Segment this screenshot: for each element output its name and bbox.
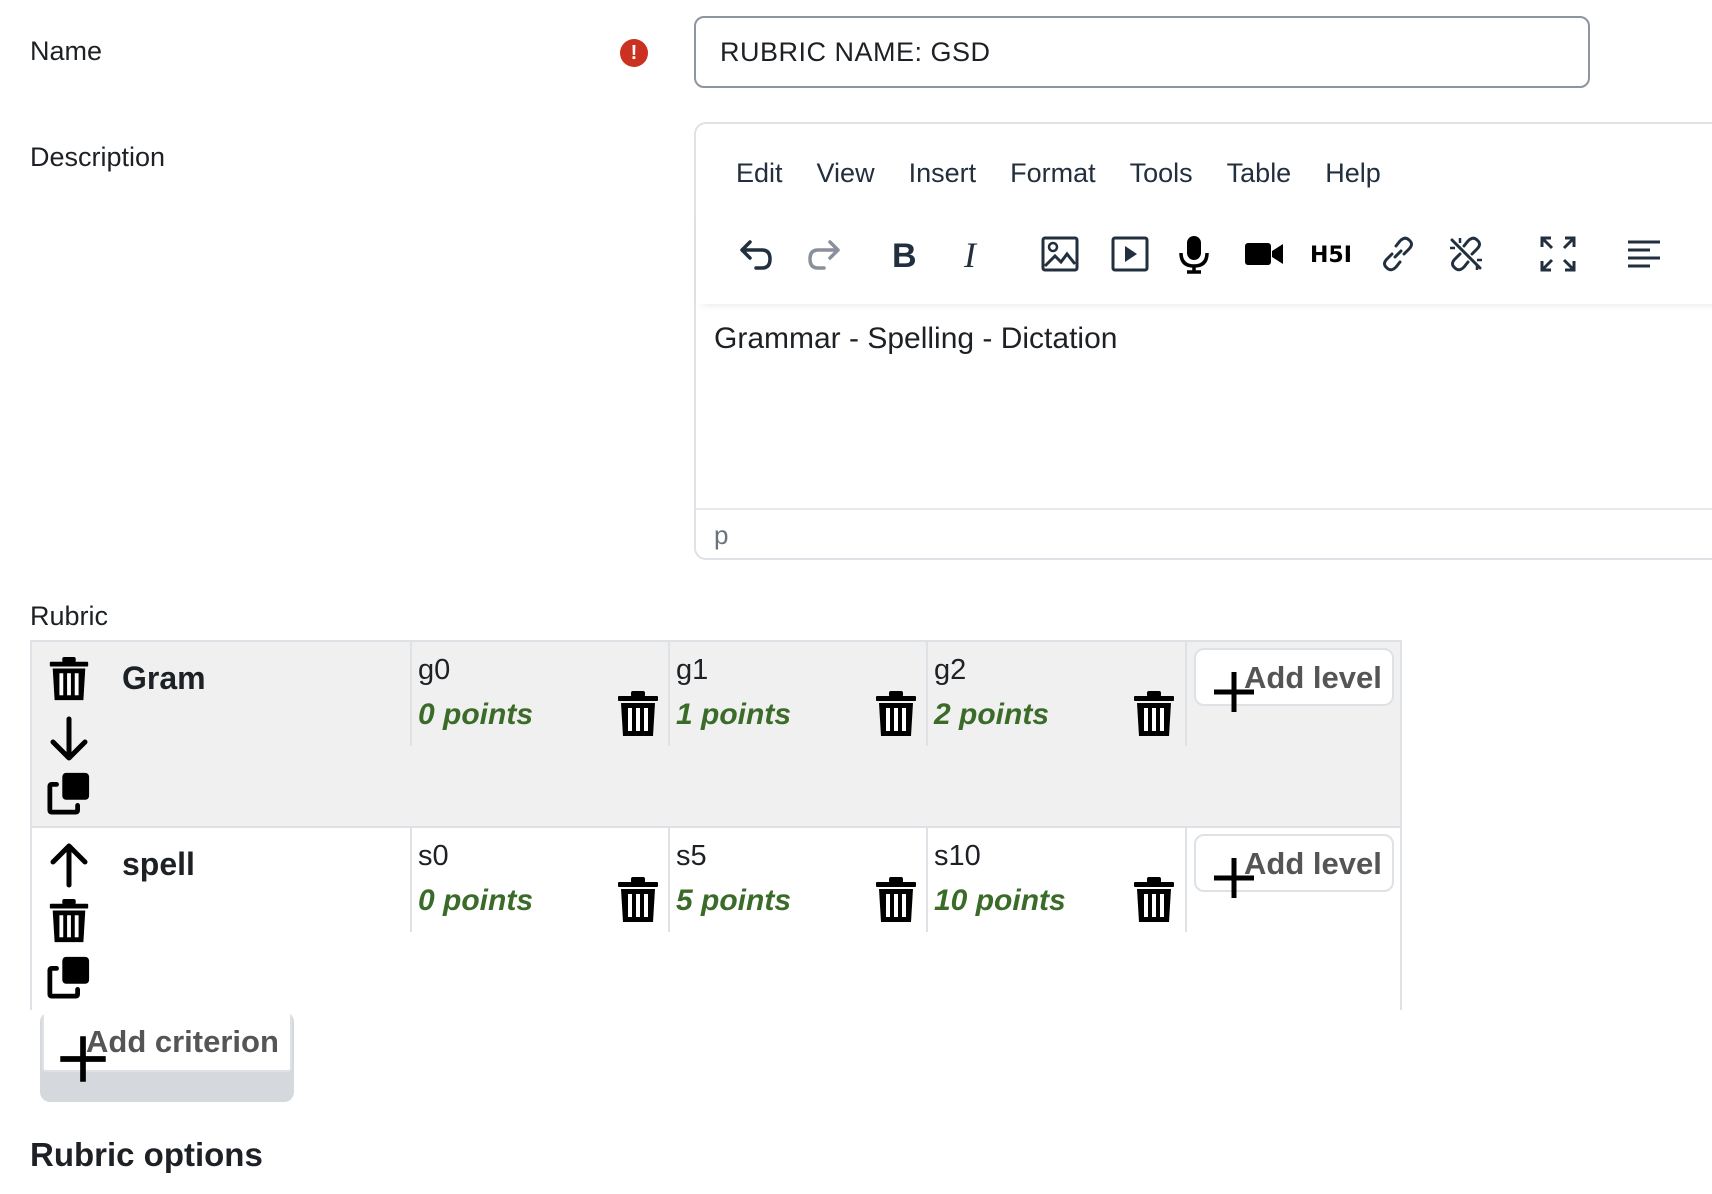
menu-insert[interactable]: Insert (909, 158, 977, 189)
add-level-label: Add level (1244, 660, 1382, 695)
move-up-icon[interactable] (46, 842, 92, 888)
criterion-name[interactable]: Gram (122, 660, 206, 697)
svg-text:H5P: H5P (1310, 243, 1350, 268)
menu-table[interactable]: Table (1227, 158, 1292, 189)
delete-level-icon[interactable] (1132, 876, 1176, 924)
level-cell[interactable]: g2 2 points (926, 642, 1186, 746)
delete-level-icon[interactable] (874, 876, 918, 924)
italic-icon[interactable]: I (946, 224, 1002, 284)
menu-edit[interactable]: Edit (736, 158, 783, 189)
level-definition[interactable]: s10 (934, 840, 981, 873)
add-level-label: Add level (1244, 846, 1382, 881)
undo-icon[interactable] (728, 224, 784, 284)
rubric-label: Rubric (30, 601, 109, 631)
level-definition[interactable]: g0 (418, 654, 450, 687)
level-points[interactable]: 0 points (418, 698, 533, 732)
bold-icon[interactable]: B (876, 224, 932, 284)
element-path[interactable]: p (714, 520, 728, 551)
criterion-row: spell s0 0 points s5 5 points s10 10 poi… (32, 828, 1400, 1010)
microphone-icon[interactable] (1166, 224, 1222, 284)
svg-text:I: I (963, 235, 978, 274)
fullscreen-icon[interactable] (1530, 224, 1586, 284)
level-definition[interactable]: s5 (676, 840, 707, 873)
name-input[interactable]: RUBRIC NAME: GSD (694, 16, 1590, 88)
svg-text:B: B (892, 237, 917, 274)
level-cell[interactable]: g1 1 points (668, 642, 928, 746)
editor-toolbar: B I H5P (696, 204, 1712, 304)
align-icon[interactable] (1616, 224, 1672, 284)
level-divider (1185, 642, 1187, 746)
level-points[interactable]: 0 points (418, 884, 533, 918)
add-criterion-label: Add criterion (86, 1024, 279, 1059)
level-cell[interactable]: g0 0 points (410, 642, 670, 746)
criterion-row: Gram g0 0 points g1 1 points g2 2 points… (32, 642, 1400, 828)
video-camera-icon[interactable] (1236, 224, 1292, 284)
unlink-icon[interactable] (1438, 224, 1494, 284)
editor-statusbar: p (696, 508, 1712, 562)
move-down-icon[interactable] (46, 716, 92, 762)
delete-criterion-icon[interactable] (46, 656, 92, 702)
menu-tools[interactable]: Tools (1130, 158, 1193, 189)
criterion-name[interactable]: spell (122, 846, 195, 883)
required-icon: ! (620, 39, 648, 67)
description-editor: Edit View Insert Format Tools Table Help… (694, 122, 1712, 560)
editor-content[interactable]: Grammar - Spelling - Dictation (714, 322, 1117, 356)
level-cell[interactable]: s5 5 points (668, 828, 928, 932)
name-label: Name (30, 36, 103, 66)
link-icon[interactable] (1370, 224, 1426, 284)
level-definition[interactable]: g2 (934, 654, 966, 687)
redo-icon[interactable] (796, 224, 852, 284)
add-criterion-face[interactable]: Add criterion (42, 1012, 292, 1072)
h5p-icon[interactable]: H5P (1302, 224, 1358, 284)
menu-help[interactable]: Help (1325, 158, 1381, 189)
description-label: Description (30, 142, 166, 172)
rubric-options-heading[interactable]: Rubric options (30, 1136, 263, 1174)
level-divider (1185, 828, 1187, 932)
level-points[interactable]: 5 points (676, 884, 791, 918)
level-points[interactable]: 10 points (934, 884, 1066, 918)
delete-criterion-icon[interactable] (46, 898, 92, 944)
menu-format[interactable]: Format (1010, 158, 1096, 189)
add-level-button[interactable]: Add level (1194, 648, 1394, 706)
delete-level-icon[interactable] (616, 876, 660, 924)
add-level-button[interactable]: Add level (1194, 834, 1394, 892)
delete-level-icon[interactable] (1132, 690, 1176, 738)
delete-level-icon[interactable] (616, 690, 660, 738)
level-points[interactable]: 1 points (676, 698, 791, 732)
image-icon[interactable] (1032, 224, 1088, 284)
level-cell[interactable]: s10 10 points (926, 828, 1186, 932)
media-icon[interactable] (1102, 224, 1158, 284)
add-criterion-button[interactable]: Add criterion (40, 1012, 294, 1102)
duplicate-criterion-icon[interactable] (46, 770, 92, 816)
editor-menubar: Edit View Insert Format Tools Table Help (736, 158, 1415, 189)
level-definition[interactable]: s0 (418, 840, 449, 873)
delete-level-icon[interactable] (874, 690, 918, 738)
level-definition[interactable]: g1 (676, 654, 708, 687)
level-points[interactable]: 2 points (934, 698, 1049, 732)
rubric-table: Gram g0 0 points g1 1 points g2 2 points… (30, 640, 1402, 1010)
duplicate-criterion-icon[interactable] (46, 954, 92, 1000)
menu-view[interactable]: View (817, 158, 875, 189)
level-cell[interactable]: s0 0 points (410, 828, 670, 932)
